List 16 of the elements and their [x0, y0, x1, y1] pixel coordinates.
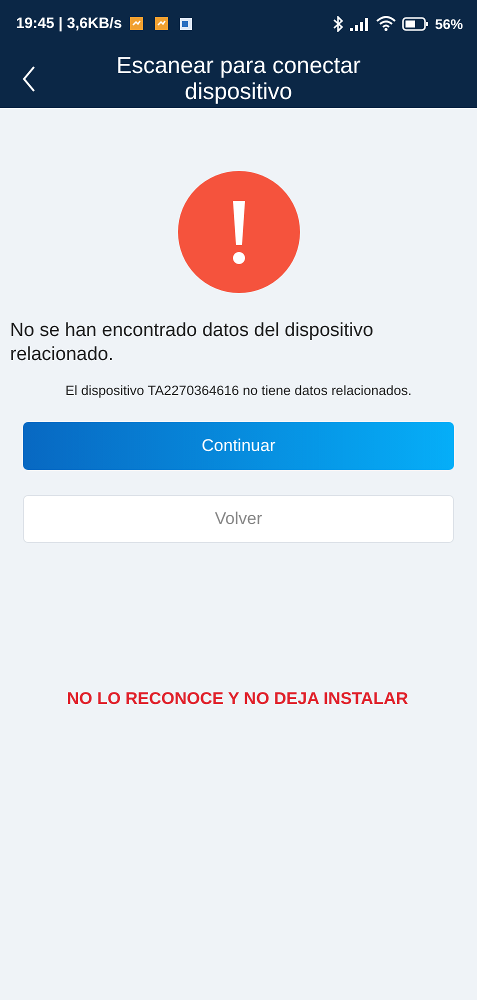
page-title: Escanear para conectar dispositivo [115, 52, 362, 104]
continue-button[interactable]: Continuar [23, 422, 454, 470]
error-message: No se han encontrado datos del dispositivo relacionado. [10, 319, 374, 367]
bluetooth-icon [332, 16, 344, 32]
notification-icon [154, 17, 168, 30]
warning-icon [178, 171, 300, 293]
annotation-text: NO LO RECONOCE Y NO DEJA INSTALAR [66, 689, 408, 709]
back-text-button[interactable]: Volver [23, 495, 454, 543]
wifi-icon [376, 16, 396, 31]
battery-percent: 56% [434, 16, 463, 32]
status-time: 19:45 | 3,6KB/s [16, 15, 122, 32]
app-icon [180, 18, 192, 30]
notification-icon [130, 17, 143, 30]
signal-icon [350, 16, 370, 30]
battery-icon [402, 16, 429, 30]
error-detail: El dispositivo TA2270364616 no tiene datos relacionados. [65, 383, 412, 398]
